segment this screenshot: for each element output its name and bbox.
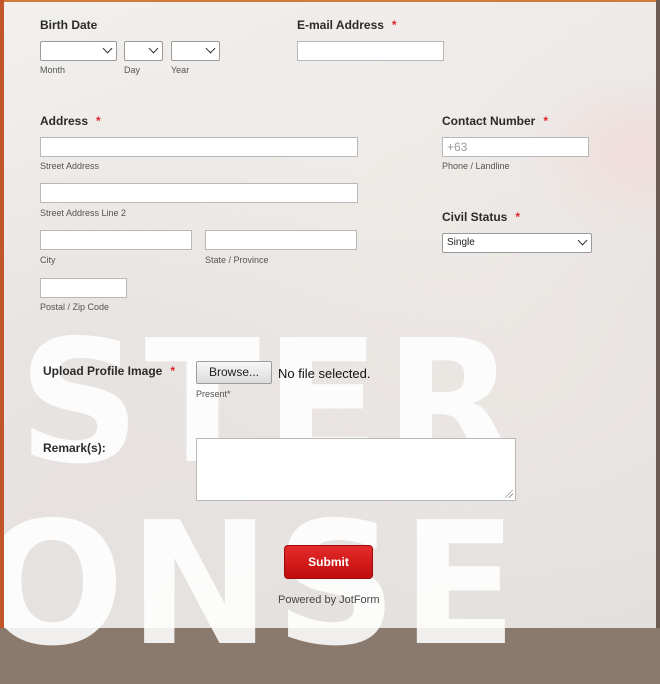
street-address-input[interactable] (40, 137, 358, 157)
year-sublabel: Year (171, 65, 190, 75)
submit-button[interactable]: Submit (284, 545, 373, 579)
civil-status-label-text: Civil Status (442, 210, 508, 224)
email-input[interactable] (297, 41, 444, 61)
email-label: E-mail Address * (297, 18, 397, 32)
street-address-line2-sublabel: Street Address Line 2 (40, 208, 127, 218)
remarks-label: Remark(s): (43, 441, 106, 455)
civil-status-selected: Single (447, 237, 475, 248)
birth-year-select[interactable] (171, 41, 220, 61)
chevron-down-icon (577, 235, 588, 246)
form-content: Birth Date Month Day Year E-mail Address… (0, 0, 660, 628)
city-sublabel: City (40, 255, 56, 265)
month-sublabel: Month (40, 65, 66, 75)
birth-day-select[interactable] (124, 41, 163, 61)
required-mark: * (96, 114, 101, 128)
birth-month-select[interactable] (40, 41, 117, 61)
required-mark: * (391, 18, 397, 32)
chevron-down-icon (102, 43, 113, 54)
state-sublabel: State / Province (205, 255, 269, 265)
state-input[interactable] (205, 230, 357, 250)
upload-sublabel: Present* (196, 389, 231, 399)
upload-image-label: Upload Profile Image * (43, 364, 175, 378)
chevron-down-icon (148, 43, 159, 54)
contact-number-sublabel: Phone / Landline (442, 161, 510, 171)
city-input[interactable] (40, 230, 192, 250)
zip-sublabel: Postal / Zip Code (40, 302, 110, 312)
zip-input[interactable] (40, 278, 127, 298)
resize-grip-icon[interactable] (505, 490, 513, 498)
required-mark: * (543, 114, 549, 128)
contact-number-label: Contact Number * (442, 114, 548, 128)
civil-status-label: Civil Status * (442, 210, 520, 224)
remarks-textarea[interactable] (196, 438, 516, 501)
birth-date-label: Birth Date (40, 18, 98, 32)
day-sublabel: Day (124, 65, 141, 75)
civil-status-select[interactable]: Single (442, 233, 592, 253)
contact-number-label-text: Contact Number (442, 114, 536, 128)
street-address-line2-input[interactable] (40, 183, 358, 203)
upload-image-label-text: Upload Profile Image (43, 364, 163, 378)
chevron-down-icon (205, 43, 216, 54)
address-label-text: Address (40, 114, 89, 128)
file-status: No file selected. (278, 366, 371, 381)
powered-by-link[interactable]: Powered by JotForm (278, 594, 379, 606)
email-label-text: E-mail Address (297, 18, 384, 32)
required-mark: * (515, 210, 521, 224)
street-address-sublabel: Street Address (40, 161, 100, 171)
browse-button[interactable]: Browse... (196, 361, 272, 384)
contact-number-input[interactable]: +63 (442, 137, 589, 157)
address-label: Address * (40, 114, 101, 128)
required-mark: * (170, 364, 176, 378)
